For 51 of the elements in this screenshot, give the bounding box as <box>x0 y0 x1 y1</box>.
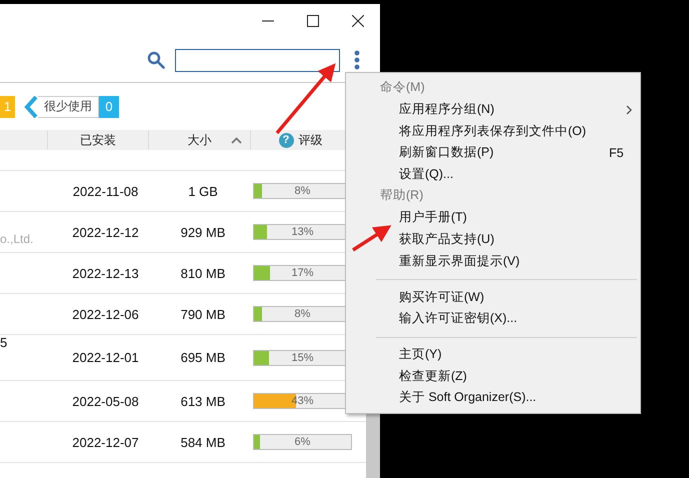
more-menu-icon[interactable] <box>354 50 360 70</box>
rating-text: 15% <box>290 350 315 364</box>
search-field[interactable] <box>175 48 340 72</box>
install-date: 2022-12-13 <box>71 266 140 280</box>
menu-item[interactable]: 购买许可证(W) <box>399 288 484 306</box>
maximize-icon[interactable] <box>306 15 318 27</box>
rating-text: 8% <box>294 307 312 321</box>
chevron-left-icon <box>24 96 38 118</box>
menu-section-header: 帮助(R) <box>379 187 424 204</box>
menu-item[interactable]: 重新显示界面提示(V) <box>399 252 520 270</box>
rating-text: 8% <box>294 184 312 198</box>
annotation-arrow <box>352 225 392 252</box>
search-icon[interactable] <box>147 51 165 69</box>
install-date: 2022-05-08 <box>71 394 140 408</box>
count-badge: 1 <box>0 96 15 118</box>
annotation-arrow <box>276 63 336 134</box>
menu-item[interactable]: 关于 Soft Organizer(S)... <box>399 389 536 406</box>
install-date: 2022-11-08 <box>72 184 140 198</box>
publisher-text: 5 <box>0 335 8 350</box>
menu-item[interactable]: 设置(Q)... <box>399 166 454 184</box>
menu-item[interactable]: 获取产品支持(U) <box>399 231 494 248</box>
column-header[interactable]: 大小 <box>188 132 212 148</box>
install-date: 2022-12-07 <box>71 434 140 450</box>
menu-item[interactable]: 主页(Y) <box>399 346 442 363</box>
size-text: 810 MB <box>180 266 226 280</box>
size-text: 695 MB <box>180 350 226 365</box>
menu-item[interactable]: 检查更新(Z) <box>399 368 467 385</box>
install-date: 2022-12-06 <box>71 306 140 322</box>
column-header[interactable]: 评级 <box>298 132 322 148</box>
close-icon[interactable] <box>352 15 364 27</box>
install-date: 2022-12-12 <box>71 224 140 240</box>
menu-item[interactable]: 应用程序分组(N) <box>399 101 494 118</box>
publisher-text: o.,Ltd. <box>0 232 34 246</box>
column-header[interactable]: 已安装 <box>80 132 116 148</box>
size-text: 1 GB <box>187 184 219 198</box>
count-badge: 0 <box>99 96 119 118</box>
rating-text: 17% <box>290 266 315 280</box>
size-text: 613 MB <box>180 394 226 408</box>
size-text: 584 MB <box>180 434 226 450</box>
menu-item[interactable]: 刷新窗口数据(P) <box>399 144 494 162</box>
install-date: 2022-12-01 <box>71 350 140 365</box>
menu-item[interactable]: 用户手册(T) <box>399 209 467 226</box>
menu-section-header: 命令(M) <box>379 79 426 96</box>
sort-caret-icon <box>231 137 242 144</box>
size-text: 929 MB <box>180 224 226 240</box>
menu-item[interactable]: 输入许可证密钥(X)... <box>399 310 518 328</box>
shortcut-text: F5 <box>609 146 624 160</box>
menu-item[interactable]: 将应用程序列表保存到文件中(O) <box>399 122 586 140</box>
rating-text: 6% <box>294 435 312 449</box>
size-text: 790 MB <box>180 306 226 322</box>
rating-text: 13% <box>290 225 315 239</box>
